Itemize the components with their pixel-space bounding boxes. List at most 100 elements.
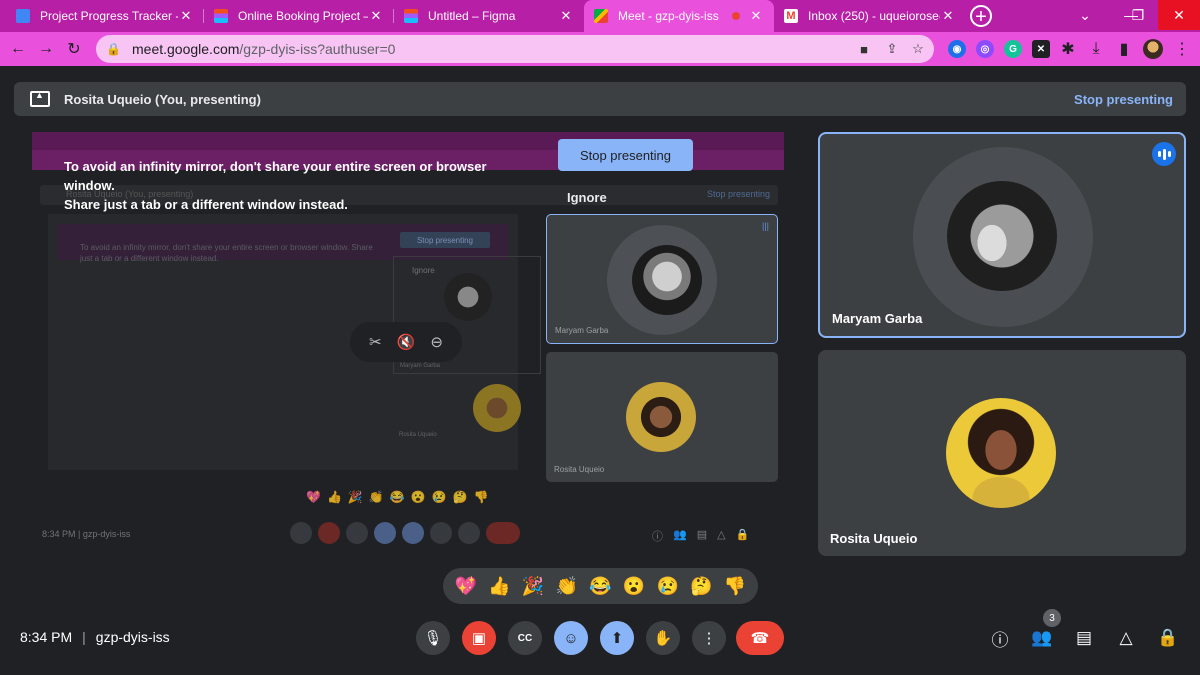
captions-button[interactable]: CC: [508, 621, 542, 655]
raise-hand-button[interactable]: ✋: [646, 621, 680, 655]
extensions-puzzle-icon[interactable]: ✱: [1058, 39, 1078, 59]
mute-controls-pill: ✂ 🔇 ⊖: [350, 322, 462, 362]
tab-title: Meet - gzp-dyis-iss: [618, 9, 719, 23]
camera-off-button[interactable]: ▣: [462, 621, 496, 655]
restore-window-icon[interactable]: ❐: [1116, 0, 1160, 30]
avatar: [946, 398, 1056, 508]
download-icon[interactable]: ⤓: [1086, 39, 1106, 59]
tab-title: Online Booking Project – Fig: [238, 9, 368, 23]
activities-button[interactable]: △: [1113, 625, 1139, 651]
reaction-party[interactable]: 🎉: [522, 576, 544, 596]
docs-icon: [16, 9, 30, 23]
gmail-icon: M: [784, 9, 798, 23]
meeting-info: 8:34 PM | gzp-dyis-iss: [20, 629, 170, 645]
side-panel-icon[interactable]: ▮: [1114, 39, 1134, 59]
lock-icon: 🔒: [106, 42, 121, 56]
grammarly-icon[interactable]: G: [1004, 40, 1022, 58]
present-screen-icon: [30, 90, 50, 107]
presenting-label: Rosita Uqueio (You, presenting): [64, 91, 261, 107]
extension-icon[interactable]: ◎: [976, 40, 994, 58]
back-icon[interactable]: ←: [8, 39, 28, 59]
ignore-warning-button[interactable]: Ignore: [567, 190, 607, 205]
reload-icon[interactable]: ↻: [64, 39, 84, 59]
reaction-clap[interactable]: 👏: [556, 576, 578, 596]
mute-audio-icon[interactable]: 🔇: [395, 331, 417, 353]
warning-stop-presenting-button[interactable]: Stop presenting: [558, 139, 693, 171]
profile-avatar[interactable]: [1143, 39, 1163, 59]
meet-icon: [594, 9, 608, 23]
mirror-controls: [290, 522, 520, 544]
chat-button[interactable]: ▤: [1071, 625, 1097, 651]
tab-untitled-figma[interactable]: Untitled – Figma ✕: [394, 0, 584, 32]
mirror-right-controls: ⓘ 👥 ▤ △ 🔒: [652, 529, 750, 543]
emoji-icon: ☺: [563, 629, 579, 647]
app-window: Project Progress Tracker - Go ✕ Online B…: [0, 0, 1200, 675]
reaction-surprised[interactable]: 😮: [623, 576, 645, 596]
tab-project-progress-tracker[interactable]: Project Progress Tracker - Go ✕: [6, 0, 204, 32]
avatar-ring: [913, 147, 1093, 327]
speaking-icon: |||: [761, 221, 769, 231]
share-icon[interactable]: ⇪: [882, 39, 902, 59]
speaking-indicator-icon: [1152, 142, 1176, 166]
close-window-icon[interactable]: ✕: [1158, 0, 1200, 30]
close-tab-icon[interactable]: ✕: [940, 8, 956, 24]
close-tab-icon[interactable]: ✕: [748, 8, 764, 24]
present-screen-icon: ⬆: [610, 630, 624, 647]
mirror-meeting-info: 8:34 PM | gzp-dyis-iss: [42, 529, 131, 539]
avatar: [947, 181, 1057, 291]
people-icon: 👥: [1031, 628, 1053, 647]
mirror-tile-maryam: ||| Maryam Garba: [546, 214, 778, 344]
hang-up-icon: ☎: [750, 630, 770, 647]
leave-call-button[interactable]: ☎: [736, 621, 784, 655]
microphone-icon: 🎙: [423, 630, 443, 647]
camera-icon[interactable]: ■: [854, 39, 874, 59]
url-text: meet.google.com/gzp-dyis-iss?authuser=0: [132, 41, 396, 57]
pin-off-icon[interactable]: ✂: [364, 331, 386, 353]
microphone-button[interactable]: 🎙: [416, 621, 450, 655]
people-button[interactable]: 👥: [1029, 625, 1055, 651]
menu-icon[interactable]: ⋮: [1172, 39, 1192, 59]
figma-icon: [404, 9, 418, 23]
new-tab-button[interactable]: +: [970, 5, 992, 27]
chevron-down-icon[interactable]: ⌄: [1062, 0, 1108, 30]
reactions-button[interactable]: ☺: [554, 621, 588, 655]
host-controls-button[interactable]: 🔒: [1155, 625, 1181, 651]
participant-tile-rosita[interactable]: Rosita Uqueio: [818, 350, 1186, 556]
remove-icon[interactable]: ⊖: [426, 331, 448, 353]
participant-name: Rosita Uqueio: [830, 531, 918, 546]
lock-person-icon: 🔒: [1157, 628, 1179, 647]
close-tab-icon[interactable]: ✕: [178, 8, 194, 24]
reaction-heart[interactable]: 💖: [455, 576, 477, 596]
presenting-bar: Rosita Uqueio (You, presenting) Stop pre…: [14, 82, 1186, 116]
more-options-button[interactable]: ⋮: [692, 621, 726, 655]
mirror-tile-rosita: Rosita Uqueio: [546, 352, 778, 482]
tab-meet[interactable]: Meet - gzp-dyis-iss ✕: [584, 0, 774, 32]
extension-icon[interactable]: ◉: [948, 40, 966, 58]
address-bar[interactable]: 🔒 meet.google.com/gzp-dyis-iss?authuser=…: [96, 35, 934, 63]
meeting-time: 8:34 PM: [20, 629, 73, 645]
info-icon: ⓘ: [991, 630, 1009, 650]
forward-icon[interactable]: →: [36, 39, 56, 59]
participant-tile-maryam[interactable]: Maryam Garba: [818, 132, 1186, 338]
captions-icon: CC: [517, 632, 533, 644]
tab-inbox[interactable]: M Inbox (250) - uqueiorose@g ✕: [774, 0, 966, 32]
camera-off-icon: ▣: [471, 630, 487, 647]
close-tab-icon[interactable]: ✕: [558, 8, 574, 24]
close-tab-icon[interactable]: ✕: [368, 8, 384, 24]
reaction-thinking[interactable]: 🤔: [690, 576, 712, 596]
reaction-laugh[interactable]: 😂: [589, 576, 611, 596]
stop-presenting-link[interactable]: Stop presenting: [1074, 92, 1173, 107]
activities-icon: △: [1119, 628, 1133, 647]
tab-title: Inbox (250) - uqueiorose@g: [808, 9, 940, 23]
tab-title: Project Progress Tracker - Go: [40, 9, 178, 23]
meeting-details-button[interactable]: ⓘ: [987, 625, 1013, 651]
present-now-button[interactable]: ⬆: [600, 621, 634, 655]
tab-online-booking-project[interactable]: Online Booking Project – Fig ✕: [204, 0, 394, 32]
reaction-thumbs-up[interactable]: 👍: [488, 576, 510, 596]
reaction-sad[interactable]: 😢: [657, 576, 679, 596]
recording-indicator-icon: [732, 12, 740, 20]
extension-icon[interactable]: ✕: [1032, 40, 1050, 58]
reaction-thumbs-down[interactable]: 👎: [724, 576, 746, 596]
shared-screen-preview: Rosita Uqueio (You, presenting) Stop pre…: [28, 130, 790, 560]
bookmark-star-icon[interactable]: ☆: [908, 39, 928, 59]
